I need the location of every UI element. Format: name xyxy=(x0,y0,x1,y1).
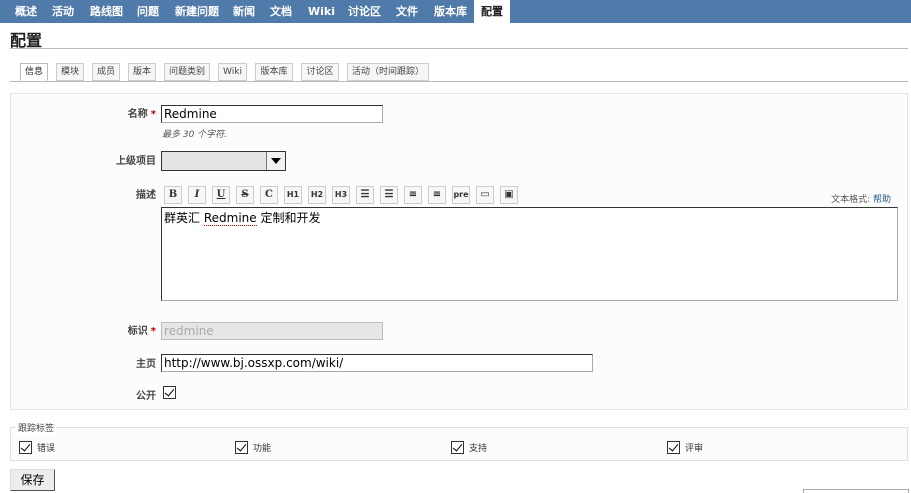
tab-repository[interactable]: 版本库 xyxy=(255,63,293,81)
project-menu: 概述 活动 路线图 问题 新建问题 新闻 文档 Wiki 讨论区 文件 版本库 … xyxy=(0,0,911,23)
underline-icon[interactable]: U xyxy=(212,186,230,204)
tab-versions[interactable]: 版本 xyxy=(128,63,156,81)
name-label: 名称 * xyxy=(120,105,156,120)
code-icon[interactable]: C xyxy=(260,186,278,204)
tracker-support-checkbox[interactable] xyxy=(451,441,464,454)
homepage-field[interactable]: http://www.bj.ossxp.com/wiki/ xyxy=(161,354,593,372)
tracker-support-label: 支持 xyxy=(469,444,488,454)
identifier-field: redmine xyxy=(161,322,383,340)
heading2-icon[interactable]: H2 xyxy=(308,186,326,204)
description-textarea[interactable]: 群英汇 Redmine 定制和开发 xyxy=(161,207,898,301)
menu-settings[interactable]: 配置 xyxy=(474,0,510,23)
unquote-icon[interactable]: ≡ xyxy=(428,186,446,204)
description-label: 描述 xyxy=(136,190,156,201)
wiki-link-icon[interactable]: ▭ xyxy=(476,186,494,204)
menu-new-issue[interactable]: 新建问题 xyxy=(170,0,224,23)
heading3-icon[interactable]: H3 xyxy=(332,186,350,204)
tracker-review-label: 评审 xyxy=(685,444,704,454)
help-link[interactable]: 帮助 xyxy=(873,195,891,205)
menu-wiki[interactable]: Wiki xyxy=(303,0,340,23)
menu-overview[interactable]: 概述 xyxy=(10,0,42,23)
text-format-label: 文本格式: xyxy=(831,195,871,205)
homepage-label: 主页 xyxy=(136,359,156,370)
name-field[interactable]: Redmine xyxy=(161,105,383,123)
parent-project-select[interactable] xyxy=(161,151,286,171)
chevron-down-icon[interactable] xyxy=(266,152,285,170)
menu-news[interactable]: 新闻 xyxy=(228,0,260,23)
menu-repository[interactable]: 版本库 xyxy=(429,0,472,23)
menu-files[interactable]: 文件 xyxy=(391,0,423,23)
parent-project-label: 上级项目 xyxy=(116,156,156,167)
required-mark: * xyxy=(150,109,156,120)
tab-activities-time-tracking[interactable]: 活动（时间跟踪） xyxy=(347,63,429,81)
tracker-feature-label: 功能 xyxy=(253,444,272,454)
tab-wiki[interactable]: Wiki xyxy=(218,63,247,81)
text-format: 文本格式: 帮助 xyxy=(831,192,891,205)
tab-info[interactable]: 信息 xyxy=(20,63,48,81)
tracker-bug-checkbox[interactable] xyxy=(19,441,32,454)
identifier-label-text: 标识 xyxy=(127,326,148,337)
tracker-bug-label: 错误 xyxy=(37,444,56,454)
menu-documents[interactable]: 文档 xyxy=(265,0,297,23)
strikethrough-icon[interactable]: S xyxy=(236,186,254,204)
tab-modules[interactable]: 模块 xyxy=(56,63,84,81)
partial-input-field[interactable] xyxy=(803,489,909,493)
title-divider xyxy=(10,48,908,49)
italic-icon[interactable]: I xyxy=(188,186,206,204)
description-text-word: Redmine xyxy=(203,211,257,226)
image-icon[interactable]: ▣ xyxy=(500,186,518,204)
ordered-list-icon[interactable]: ☰ xyxy=(380,186,398,204)
tab-members[interactable]: 成员 xyxy=(92,63,120,81)
tracker-feature-checkbox[interactable] xyxy=(235,441,248,454)
public-label: 公开 xyxy=(136,391,156,402)
public-checkbox[interactable] xyxy=(163,386,176,399)
tab-forums[interactable]: 讨论区 xyxy=(301,63,339,81)
bold-icon[interactable]: B xyxy=(164,186,182,204)
menu-forums[interactable]: 讨论区 xyxy=(343,0,386,23)
tracker-review-checkbox[interactable] xyxy=(667,441,680,454)
settings-tabs: 信息 模块 成员 版本 问题类别 Wiki 版本库 讨论区 活动（时间跟踪） xyxy=(10,62,908,82)
required-mark: * xyxy=(150,326,156,337)
description-text-prefix: 群英汇 xyxy=(164,211,204,225)
menu-activity[interactable]: 活动 xyxy=(47,0,79,23)
menu-roadmap[interactable]: 路线图 xyxy=(85,0,128,23)
unordered-list-icon[interactable]: ☰ xyxy=(356,186,374,204)
trackers-legend: 跟踪标签 xyxy=(16,421,57,434)
menu-issues[interactable]: 问题 xyxy=(132,0,164,23)
save-button[interactable]: 保存 xyxy=(10,469,55,491)
tab-issue-categories[interactable]: 问题类别 xyxy=(164,63,210,81)
heading1-icon[interactable]: H1 xyxy=(284,186,302,204)
name-label-text: 名称 xyxy=(127,109,148,120)
description-text-suffix: 定制和开发 xyxy=(256,211,321,225)
identifier-label: 标识 * xyxy=(120,322,156,337)
preformatted-icon[interactable]: pre xyxy=(452,186,470,204)
quote-icon[interactable]: ≡ xyxy=(404,186,422,204)
name-hint: 最多 30 个字符. xyxy=(162,130,228,140)
